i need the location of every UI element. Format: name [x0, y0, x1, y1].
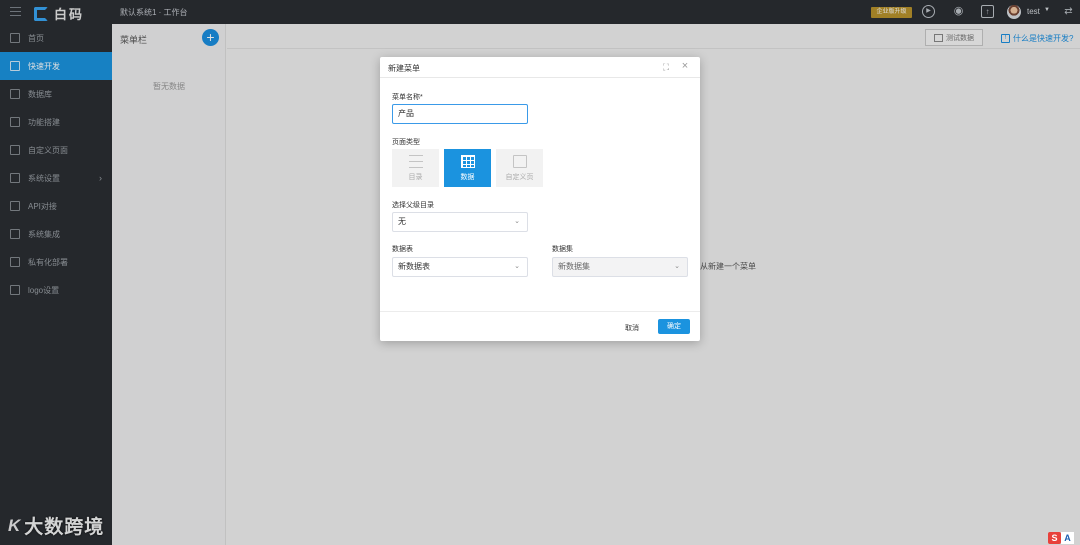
data-table-value: 新数据表: [398, 262, 430, 271]
page-type-label: 数据: [460, 174, 475, 181]
chevron-down-icon: ⌄: [674, 263, 680, 270]
watermark-text: 大数跨境: [24, 517, 105, 538]
chevron-down-icon: ⌄: [514, 218, 520, 225]
menu-name-label: 菜单名称*: [392, 94, 423, 101]
dialog-title: 新建菜单: [388, 64, 420, 73]
confirm-button[interactable]: 确定: [658, 319, 690, 334]
menu-name-input[interactable]: 产品: [392, 104, 528, 124]
chevron-down-icon: ⌄: [514, 263, 520, 270]
input-method-badge[interactable]: S A: [1048, 532, 1074, 544]
divider: [380, 311, 700, 312]
grid-icon: [460, 155, 475, 168]
close-icon[interactable]: ×: [680, 61, 690, 72]
dataset-select[interactable]: 新数据集 ⌄: [552, 257, 688, 277]
dialog-header: 新建菜单 ⛶ ×: [380, 57, 700, 78]
data-table-label: 数据表: [392, 246, 413, 253]
page-type-label: 目录: [408, 174, 423, 181]
parent-dir-label: 选择父级目录: [392, 202, 434, 209]
ime-a-icon: A: [1061, 532, 1074, 544]
page-type-label: 页面类型: [392, 139, 420, 146]
page-type-label: 自定义页: [505, 174, 534, 181]
watermark-logo-icon: K: [8, 515, 21, 535]
dataset-value: 新数据集: [558, 262, 590, 271]
fullscreen-icon[interactable]: ⛶: [661, 62, 671, 72]
page-type-directory[interactable]: 目录: [392, 149, 439, 187]
data-table-select[interactable]: 新数据表 ⌄: [392, 257, 528, 277]
ime-s-icon: S: [1048, 532, 1061, 544]
new-menu-dialog: 新建菜单 ⛶ × 菜单名称* 产品 页面类型 目录 数据 自定义页 选择父级目录…: [380, 57, 700, 341]
custom-page-icon: [512, 155, 527, 168]
parent-dir-value: 无: [398, 217, 406, 226]
dataset-label: 数据集: [552, 246, 573, 253]
page-type-data[interactable]: 数据: [444, 149, 491, 187]
watermark: K 大数跨境: [8, 512, 104, 539]
parent-dir-select[interactable]: 无 ⌄: [392, 212, 528, 232]
list-icon: [408, 155, 423, 168]
cancel-button[interactable]: 取消: [625, 323, 639, 333]
page-type-custom[interactable]: 自定义页: [496, 149, 543, 187]
